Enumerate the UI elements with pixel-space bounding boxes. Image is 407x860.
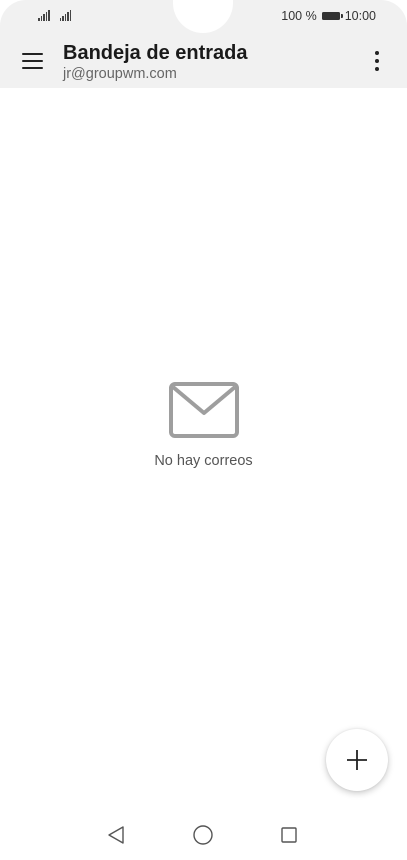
empty-message: No hay correos — [154, 453, 253, 469]
battery-icon — [321, 12, 343, 20]
signal-strength-icon — [59, 10, 71, 21]
app-bar-title-block: Bandeja de entrada jr@groupwm.com — [63, 41, 248, 83]
battery-percentage: 100 % — [281, 9, 317, 23]
status-bar-signals — [38, 10, 71, 21]
nav-back-button[interactable] — [105, 824, 127, 846]
nav-home-button[interactable] — [192, 824, 214, 846]
square-recents-icon — [281, 827, 297, 843]
menu-icon[interactable] — [14, 46, 50, 76]
compose-button[interactable] — [326, 729, 388, 791]
email-app-screen: 100 % 10:00 Bandeja de entrada jr@groupw… — [0, 0, 407, 860]
more-vert-icon[interactable] — [366, 47, 388, 75]
envelope-icon — [168, 382, 239, 438]
clock: 10:00 — [344, 9, 376, 23]
nav-recents-button[interactable] — [278, 824, 300, 846]
page-title: Bandeja de entrada — [63, 42, 248, 64]
plus-icon — [347, 750, 367, 770]
triangle-back-icon — [108, 826, 124, 844]
signal-strength-icon — [38, 10, 50, 21]
empty-inbox-state: No hay correos — [0, 382, 407, 469]
system-navigation-bar — [0, 812, 407, 858]
status-bar-right: 100 % 10:00 — [281, 9, 376, 23]
circle-home-icon — [193, 825, 213, 845]
app-header: 100 % 10:00 Bandeja de entrada jr@groupw… — [0, 0, 407, 88]
account-email: jr@groupwm.com — [63, 66, 177, 82]
camera-notch — [173, 0, 233, 33]
